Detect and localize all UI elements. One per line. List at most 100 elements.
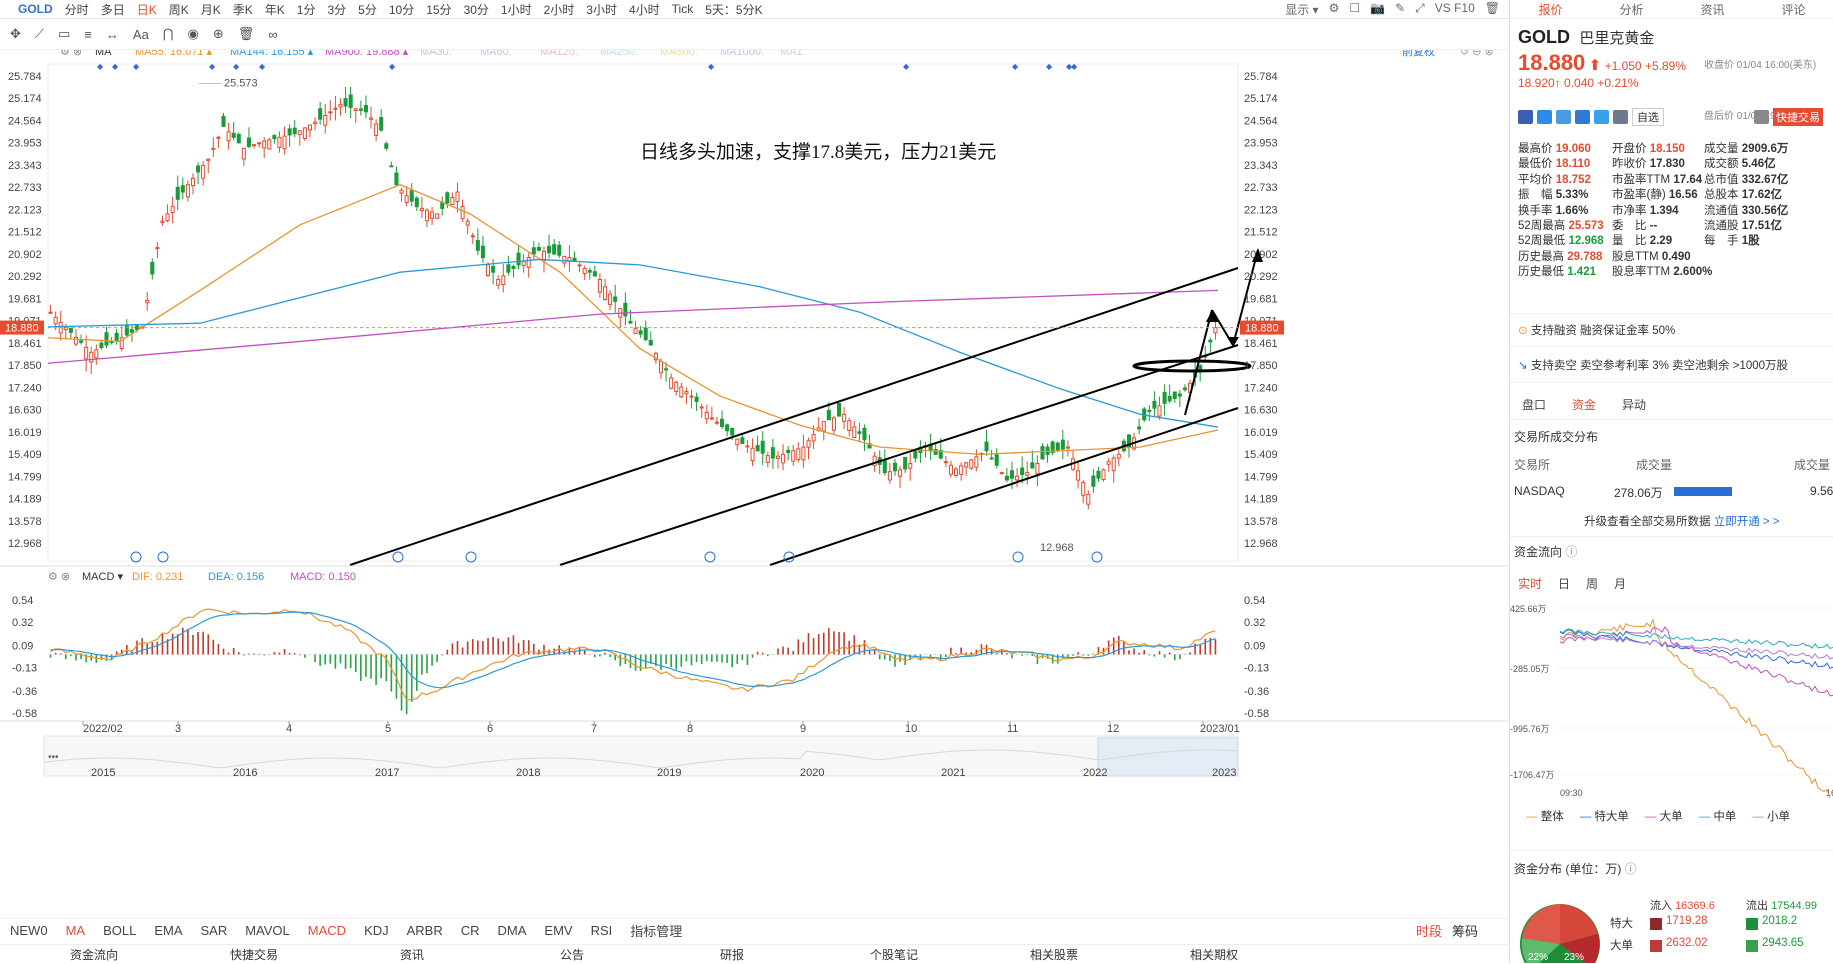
price-tick-left: 22.733 <box>8 182 42 194</box>
indicator-KDJ[interactable]: KDJ <box>364 923 389 938</box>
display-menu[interactable]: 显示 ▾ <box>1285 1 1318 18</box>
candle-body <box>1065 446 1070 449</box>
bottom-tab-6[interactable]: 相关股票 <box>1030 946 1078 963</box>
fib-tool-icon[interactable]: ≡ <box>84 27 92 42</box>
toolbar-symbol[interactable]: GOLD <box>18 2 53 16</box>
trash-icon[interactable]: 🗑 <box>238 26 255 42</box>
indicator-DMA[interactable]: DMA <box>498 923 527 938</box>
checkbox-icon[interactable]: ☐ <box>1349 1 1360 18</box>
indicator-MA[interactable]: MA <box>66 923 86 938</box>
lightning-icon[interactable] <box>1537 110 1552 124</box>
trash-icon-top[interactable]: 🗑 <box>1485 1 1500 18</box>
month-tick: 12 <box>1107 723 1119 735</box>
candle-body <box>348 94 353 108</box>
indicator-EMV[interactable]: EMV <box>544 923 572 938</box>
timeframe-12[interactable]: 30分 <box>458 1 495 18</box>
bell-icon[interactable] <box>1754 110 1769 124</box>
pen-icon[interactable]: ✎ <box>1395 1 1405 18</box>
timeframe-6[interactable]: 年K <box>259 1 291 18</box>
quote-tab-2[interactable]: 资讯 <box>1672 1 1753 18</box>
flow-tab-2[interactable]: 周 <box>1586 575 1598 592</box>
sub-tab-0[interactable]: 盘口 <box>1522 396 1546 413</box>
bottom-tab-0[interactable]: 资金流向 <box>70 946 118 963</box>
bottom-tab-2[interactable]: 资讯 <box>400 946 424 963</box>
s-icon[interactable] <box>1556 110 1571 124</box>
timeframe-10[interactable]: 10分 <box>383 1 420 18</box>
exchange-header: 交易所 <box>1514 458 1551 472</box>
magnet-icon[interactable]: ⋂ <box>163 26 174 42</box>
indicator-EMA[interactable]: EMA <box>154 923 182 938</box>
stat-label: 昨收价 <box>1612 158 1650 171</box>
bottom-right-1[interactable]: 筹码 <box>1452 921 1478 940</box>
bottom-tab-1[interactable]: 快捷交易 <box>230 946 278 963</box>
timeframe-2[interactable]: 日K <box>131 1 163 18</box>
timeframe-3[interactable]: 周K <box>163 1 195 18</box>
indicator-MAVOL[interactable]: MAVOL <box>245 923 290 938</box>
vs-f10-button[interactable]: VS F10 <box>1435 1 1475 18</box>
quote-tab-3[interactable]: 评论 <box>1753 1 1833 18</box>
candle-body <box>1055 442 1060 452</box>
indicator-SAR[interactable]: SAR <box>200 923 227 938</box>
stat-value: 18.110 <box>1555 158 1591 171</box>
upgrade-link[interactable]: 立即开通 > > <box>1714 516 1780 528</box>
timeframe-14[interactable]: 2小时 <box>538 1 581 18</box>
indicator-BOLL[interactable]: BOLL <box>103 923 136 938</box>
timeframe-15[interactable]: 3小时 <box>580 1 623 18</box>
rect-tool-icon[interactable]: ▭ <box>58 26 70 42</box>
flow-tab-0[interactable]: 实时 <box>1518 575 1542 592</box>
candle-body <box>267 139 272 150</box>
timeframe-1[interactable]: 多日 <box>95 1 131 18</box>
flow-tab-3[interactable]: 月 <box>1614 575 1626 592</box>
price-tick-right: 16.630 <box>1244 405 1278 417</box>
bottom-tab-4[interactable]: 研报 <box>720 946 744 963</box>
quick-icons: 自选 快捷交易 <box>1518 108 1823 126</box>
timeframe-17[interactable]: Tick <box>666 2 700 16</box>
flag-icon[interactable] <box>1518 110 1533 124</box>
link-icon[interactable]: ∞ <box>268 27 277 42</box>
share-icon[interactable] <box>1594 110 1609 124</box>
indicator-MACD[interactable]: MACD <box>308 923 346 938</box>
sub-tab-1[interactable]: 资金 <box>1572 396 1596 413</box>
indicator-NEW0[interactable]: NEW0 <box>10 923 48 938</box>
candle-body <box>959 465 964 475</box>
chart-icon[interactable] <box>1575 110 1590 124</box>
timeframe-9[interactable]: 5分 <box>352 1 383 18</box>
crosshair-icon[interactable]: ✥ <box>10 26 21 42</box>
expand-icon[interactable]: ⤢ <box>1415 1 1425 18</box>
lock-icon[interactable]: ⊕ <box>213 26 224 42</box>
doc-icon[interactable] <box>1613 110 1628 124</box>
macd-tick-left: -0.58 <box>12 708 37 720</box>
timeframe-11[interactable]: 15分 <box>420 1 457 18</box>
timeframe-0[interactable]: 分时 <box>59 1 95 18</box>
eye-icon[interactable]: ◉ <box>187 26 198 42</box>
bottom-tab-5[interactable]: 个股笔记 <box>870 946 918 963</box>
timeframe-18[interactable]: 5天：5分K <box>699 1 768 18</box>
timeframe-8[interactable]: 3分 <box>321 1 352 18</box>
timeframe-7[interactable]: 1分 <box>291 1 322 18</box>
quick-trade-button[interactable]: 快捷交易 <box>1773 108 1823 126</box>
timeframe-4[interactable]: 月K <box>195 1 227 18</box>
indicator-指标管理[interactable]: 指标管理 <box>630 921 682 940</box>
arrow-tool-icon[interactable]: ↔ <box>106 27 119 42</box>
indicator-RSI[interactable]: RSI <box>591 923 613 938</box>
bottom-right-0[interactable]: 时段 <box>1416 921 1442 940</box>
indicator-ARBR[interactable]: ARBR <box>407 923 443 938</box>
quote-tab-0[interactable]: 报价 <box>1510 1 1591 18</box>
watchlist-button[interactable]: 自选 <box>1632 108 1664 126</box>
timeframe-5[interactable]: 季K <box>227 1 259 18</box>
text-tool-icon[interactable]: Aa <box>133 27 149 42</box>
camera-icon[interactable]: 📷 <box>1370 1 1385 18</box>
line-tool-icon[interactable]: ⟋ <box>35 26 44 42</box>
candle-body <box>460 206 465 220</box>
quote-tab-1[interactable]: 分析 <box>1591 1 1672 18</box>
timeframe-16[interactable]: 4小时 <box>623 1 666 18</box>
bottom-tab-7[interactable]: 相关期权 <box>1190 946 1238 963</box>
gear-icon[interactable]: ⚙ <box>1329 1 1340 18</box>
flow-tab-1[interactable]: 日 <box>1558 575 1570 592</box>
indicator-CR[interactable]: CR <box>461 923 480 938</box>
sub-tab-2[interactable]: 异动 <box>1622 396 1646 413</box>
timeframe-13[interactable]: 1小时 <box>495 1 538 18</box>
candle-body <box>221 115 226 127</box>
stock-chart[interactable]: ⚙ ⊗ MA MA55: 16.071 ▴ MA144: 16.155 ▴ MA900:… <box>0 50 1508 912</box>
bottom-tab-3[interactable]: 公告 <box>560 946 584 963</box>
